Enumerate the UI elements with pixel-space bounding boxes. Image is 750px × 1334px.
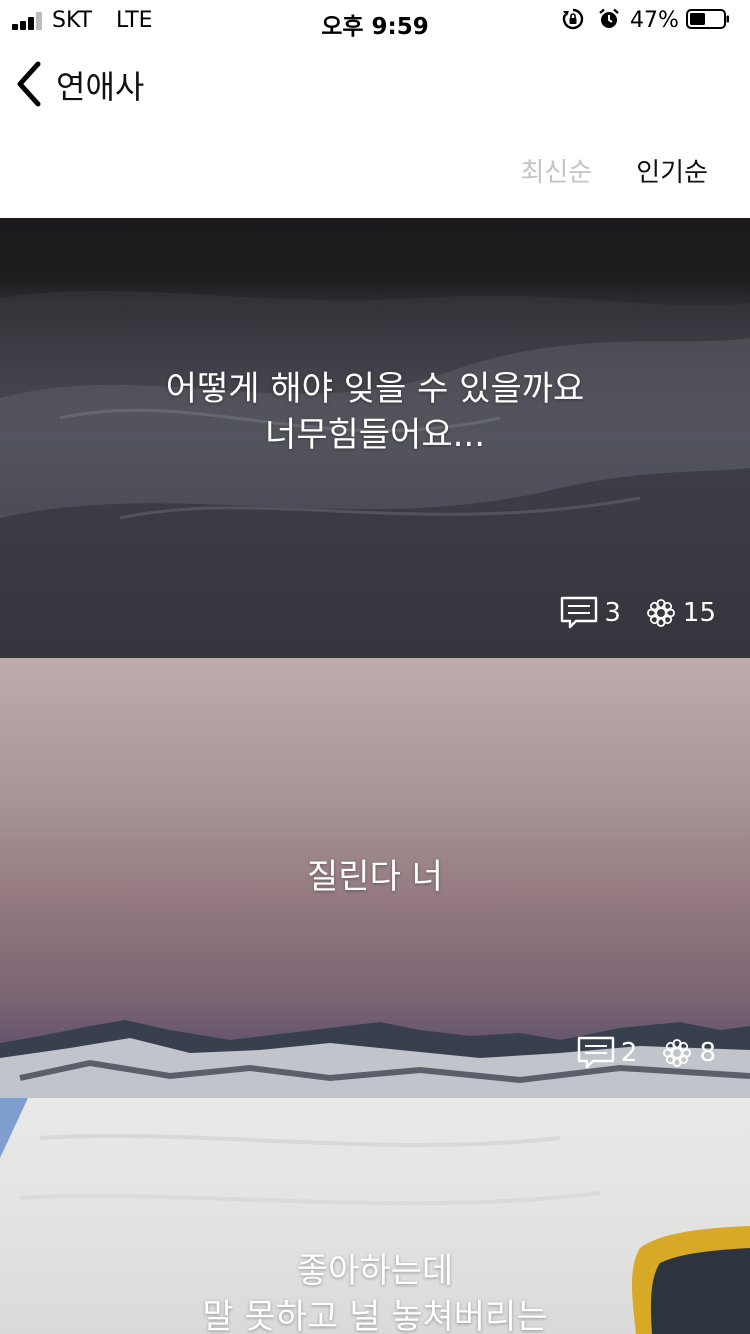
sort-tabs: 최신순 인기순 — [520, 152, 708, 189]
page-title: 연애사 — [56, 68, 145, 106]
comment-stat[interactable]: 3 — [560, 596, 621, 630]
tab-latest[interactable]: 최신순 — [520, 152, 592, 189]
tab-popular[interactable]: 인기순 — [636, 152, 708, 189]
battery-percent: 47% — [630, 8, 679, 33]
rotation-lock-icon — [562, 8, 584, 30]
post-text: 어떻게 해야 잊을 수 있을까요 너무힘들어요... — [0, 366, 750, 458]
post-text-line: 너무힘들어요... — [264, 415, 486, 455]
like-count: 15 — [682, 598, 716, 628]
post-text-line: 좋아하는데 — [296, 1251, 454, 1291]
comment-stat[interactable]: 2 — [577, 1036, 638, 1070]
flower-icon — [647, 599, 675, 627]
post-card[interactable]: 질린다 너 2 8 — [0, 658, 750, 1098]
comment-icon — [577, 1036, 615, 1069]
post-card[interactable]: 좋아하는데 말 못하고 널 놓쳐버리는 — [0, 1098, 750, 1334]
like-stat[interactable]: 15 — [645, 597, 716, 629]
battery-icon — [686, 9, 729, 29]
flower-icon — [663, 1039, 692, 1067]
post-card[interactable]: 어떻게 해야 잊을 수 있을까요 너무힘들어요... 3 15 — [0, 218, 750, 658]
comment-count: 3 — [604, 598, 621, 628]
alarm-icon — [599, 8, 619, 28]
post-stats: 2 8 — [553, 1036, 716, 1070]
post-text-line: 어떻게 해야 잊을 수 있을까요 — [165, 369, 585, 409]
post-text-line: 질린다 너 — [307, 857, 443, 897]
comment-count: 2 — [620, 1038, 638, 1068]
chevron-left-icon[interactable] — [10, 56, 50, 112]
comment-icon — [561, 596, 598, 629]
post-text: 질린다 너 — [0, 854, 750, 900]
post-text: 좋아하는데 말 못하고 널 놓쳐버리는 — [0, 1248, 750, 1334]
post-stats: 3 15 — [536, 596, 716, 630]
status-bar: SKT LTE 오후 9:59 47% — [0, 0, 750, 40]
nav-bar: 연애사 — [0, 40, 750, 130]
like-stat[interactable]: 8 — [661, 1037, 716, 1069]
like-count: 8 — [699, 1038, 716, 1068]
post-text-line: 말 못하고 널 놓쳐버리는 — [202, 1297, 548, 1334]
